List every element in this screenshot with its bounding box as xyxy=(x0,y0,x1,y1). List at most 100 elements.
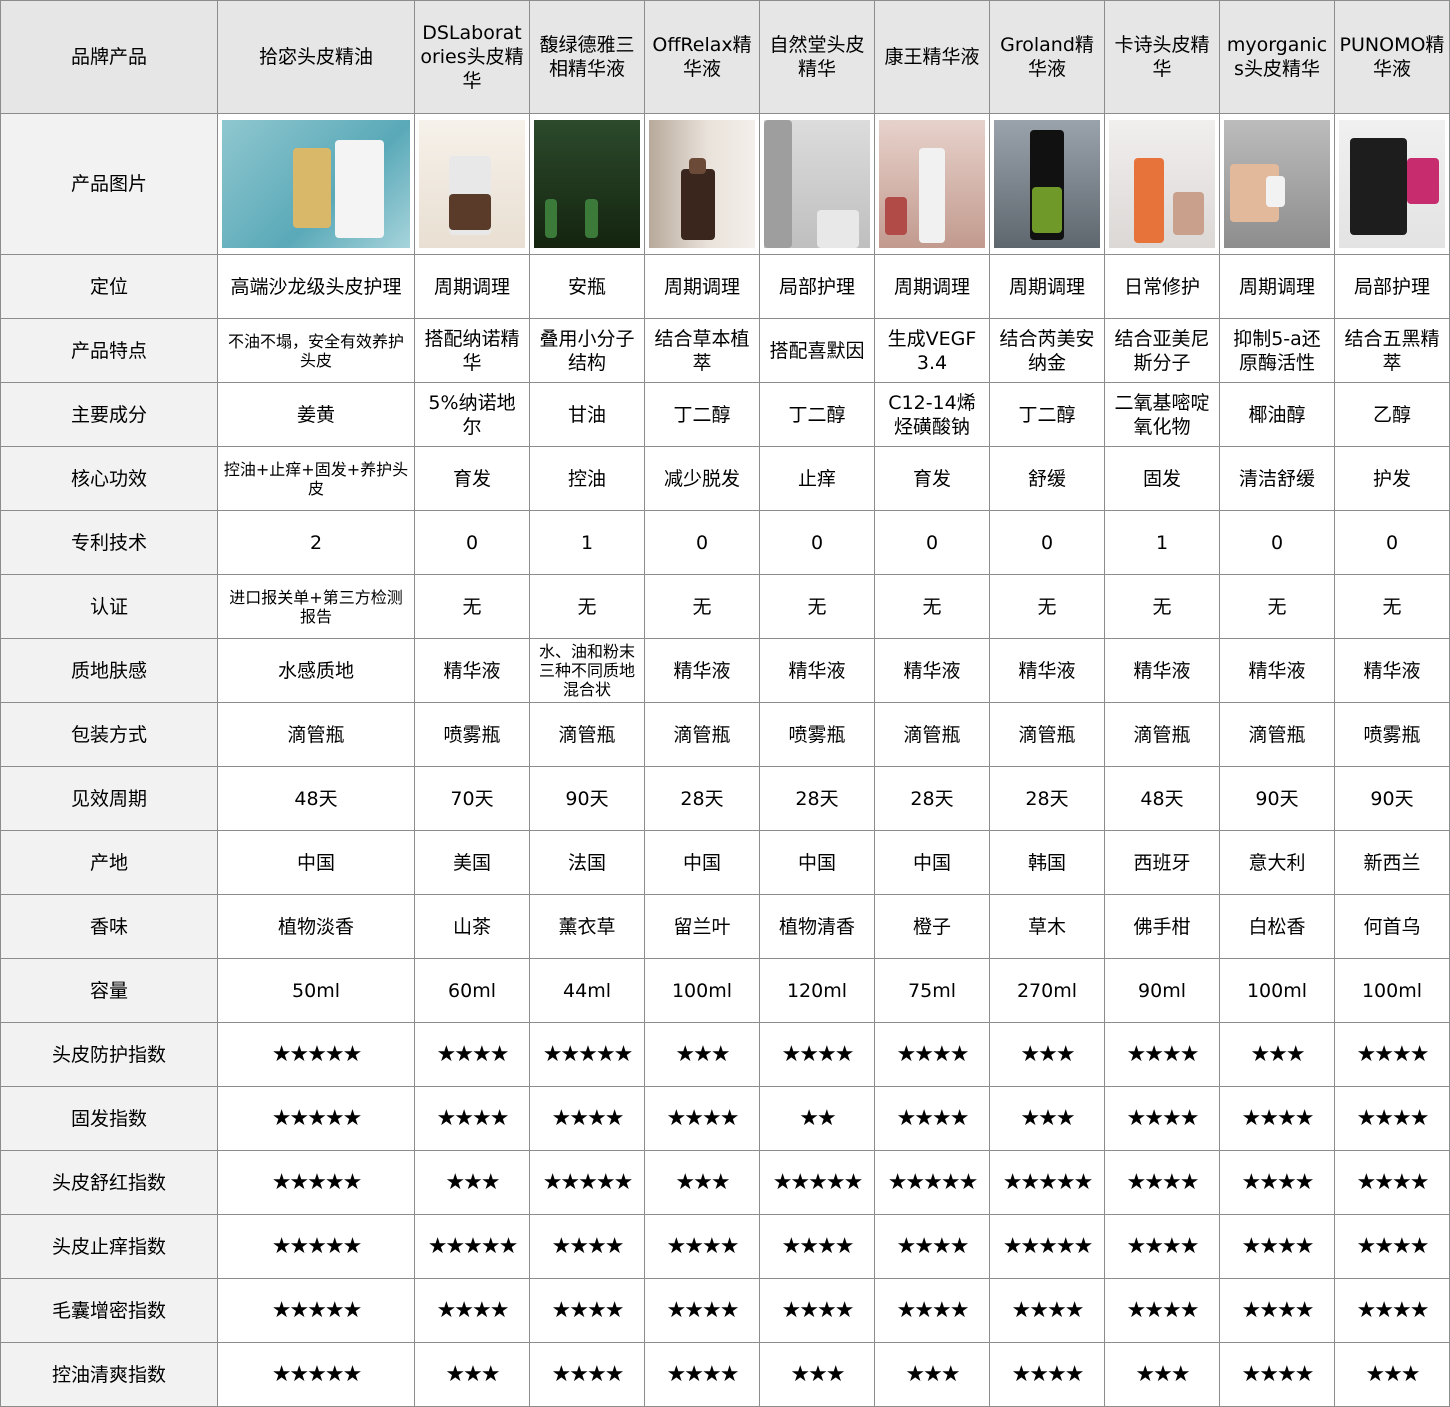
table-cell: 周期调理 xyxy=(875,255,990,319)
star-rating: ★★★★ xyxy=(415,1087,530,1151)
star-rating: ★★★★ xyxy=(415,1279,530,1343)
package-shape xyxy=(689,158,707,174)
package-shape xyxy=(1266,176,1286,208)
table-cell: 无 xyxy=(645,575,760,639)
star-rating: ★★★ xyxy=(990,1087,1105,1151)
table-cell: 100ml xyxy=(1335,959,1450,1023)
product-column-header: 拾宓头皮精油 xyxy=(218,0,415,114)
table-cell: 橙子 xyxy=(875,895,990,959)
product-image-cell xyxy=(760,114,875,255)
table-cell: 无 xyxy=(415,575,530,639)
table-cell: 60ml xyxy=(415,959,530,1023)
product-column-header: OffRelax精华液 xyxy=(645,0,760,114)
star-rating: ★★★★ xyxy=(1220,1087,1335,1151)
star-rating: ★★★★ xyxy=(530,1279,645,1343)
table-cell: 法国 xyxy=(530,831,645,895)
row-label: 主要成分 xyxy=(0,383,218,447)
bottle-shape xyxy=(680,168,715,241)
table-cell: 2 xyxy=(218,511,415,575)
row-label-header: 品牌产品 xyxy=(0,0,218,114)
star-rating: ★★★★ xyxy=(1220,1279,1335,1343)
table-cell: 无 xyxy=(875,575,990,639)
star-rating: ★★★★ xyxy=(875,1279,990,1343)
table-cell: 无 xyxy=(1105,575,1220,639)
star-rating: ★★★★ xyxy=(875,1023,990,1087)
row-label: 包装方式 xyxy=(0,703,218,767)
star-rating: ★★★★★ xyxy=(990,1215,1105,1279)
table-cell: 新西兰 xyxy=(1335,831,1450,895)
table-cell: 植物淡香 xyxy=(218,895,415,959)
star-rating: ★★★★ xyxy=(990,1343,1105,1407)
table-cell: 120ml xyxy=(760,959,875,1023)
product-image-cell xyxy=(530,114,645,255)
table-cell: 椰油醇 xyxy=(1220,383,1335,447)
comparison-table: 品牌产品 拾宓头皮精油 DSLaboratories头皮精华 馥绿德雅三相精华液 Off… xyxy=(0,0,1450,1407)
bottle-shape xyxy=(544,199,558,238)
row-label: 定位 xyxy=(0,255,218,319)
table-cell: 水感质地 xyxy=(218,639,415,703)
table-cell: 育发 xyxy=(875,447,990,511)
table-cell: 0 xyxy=(760,511,875,575)
bottle-shape xyxy=(764,120,792,248)
table-cell: 中国 xyxy=(218,831,415,895)
star-rating: ★★★★ xyxy=(645,1215,760,1279)
star-rating: ★★★★★ xyxy=(875,1151,990,1215)
table-cell: 精华液 xyxy=(990,639,1105,703)
table-cell: 90ml xyxy=(1105,959,1220,1023)
table-cell: 28天 xyxy=(990,767,1105,831)
row-label: 毛囊增密指数 xyxy=(0,1279,218,1343)
row-label: 头皮止痒指数 xyxy=(0,1215,218,1279)
table-cell: 二氧基嘧啶氧化物 xyxy=(1105,383,1220,447)
table-cell: 清洁舒缓 xyxy=(1220,447,1335,511)
product-photo xyxy=(649,120,755,248)
table-cell: 乙醇 xyxy=(1335,383,1450,447)
package-shape xyxy=(1406,158,1439,205)
product-image-cell xyxy=(1335,114,1450,255)
table-cell: 70天 xyxy=(415,767,530,831)
package-shape xyxy=(1172,191,1205,236)
table-cell: 甘油 xyxy=(530,383,645,447)
table-cell: 滴管瓶 xyxy=(875,703,990,767)
table-cell: 50ml xyxy=(218,959,415,1023)
star-rating: ★★★★ xyxy=(1335,1023,1450,1087)
table-cell: 0 xyxy=(875,511,990,575)
package-shape xyxy=(334,140,384,238)
table-cell: 丁二醇 xyxy=(990,383,1105,447)
table-cell: 滴管瓶 xyxy=(530,703,645,767)
table-cell: 山茶 xyxy=(415,895,530,959)
table-cell: 周期调理 xyxy=(415,255,530,319)
star-rating: ★★★★★ xyxy=(218,1215,415,1279)
table-cell: 何首乌 xyxy=(1335,895,1450,959)
table-cell: 周期调理 xyxy=(645,255,760,319)
table-cell: 48天 xyxy=(1105,767,1220,831)
table-cell: 精华液 xyxy=(415,639,530,703)
star-rating: ★★★ xyxy=(415,1151,530,1215)
row-label: 专利技术 xyxy=(0,511,218,575)
table-cell: 搭配喜默因 xyxy=(760,319,875,383)
package-shape xyxy=(448,194,492,231)
table-cell: 75ml xyxy=(875,959,990,1023)
table-cell: 草木 xyxy=(990,895,1105,959)
bottle-shape xyxy=(1134,158,1165,243)
star-rating: ★★★★ xyxy=(760,1215,875,1279)
star-rating: ★★★★ xyxy=(1105,1279,1220,1343)
product-column-header: Groland精华液 xyxy=(990,0,1105,114)
product-photo xyxy=(994,120,1100,248)
table-cell: 100ml xyxy=(1220,959,1335,1023)
table-cell: 0 xyxy=(415,511,530,575)
table-cell: 局部护理 xyxy=(1335,255,1450,319)
star-rating: ★★★★ xyxy=(530,1343,645,1407)
star-rating: ★★★★ xyxy=(1335,1215,1450,1279)
star-rating: ★★★★ xyxy=(530,1215,645,1279)
table-cell: 44ml xyxy=(530,959,645,1023)
table-cell: 丁二醇 xyxy=(645,383,760,447)
product-photo xyxy=(764,120,870,248)
table-cell: 止痒 xyxy=(760,447,875,511)
package-shape xyxy=(584,199,598,238)
table-cell: 安瓶 xyxy=(530,255,645,319)
star-rating: ★★★ xyxy=(1335,1343,1450,1407)
star-rating: ★★★★★ xyxy=(218,1087,415,1151)
product-photo xyxy=(419,120,525,248)
star-rating: ★★★★ xyxy=(1220,1343,1335,1407)
table-cell: 48天 xyxy=(218,767,415,831)
